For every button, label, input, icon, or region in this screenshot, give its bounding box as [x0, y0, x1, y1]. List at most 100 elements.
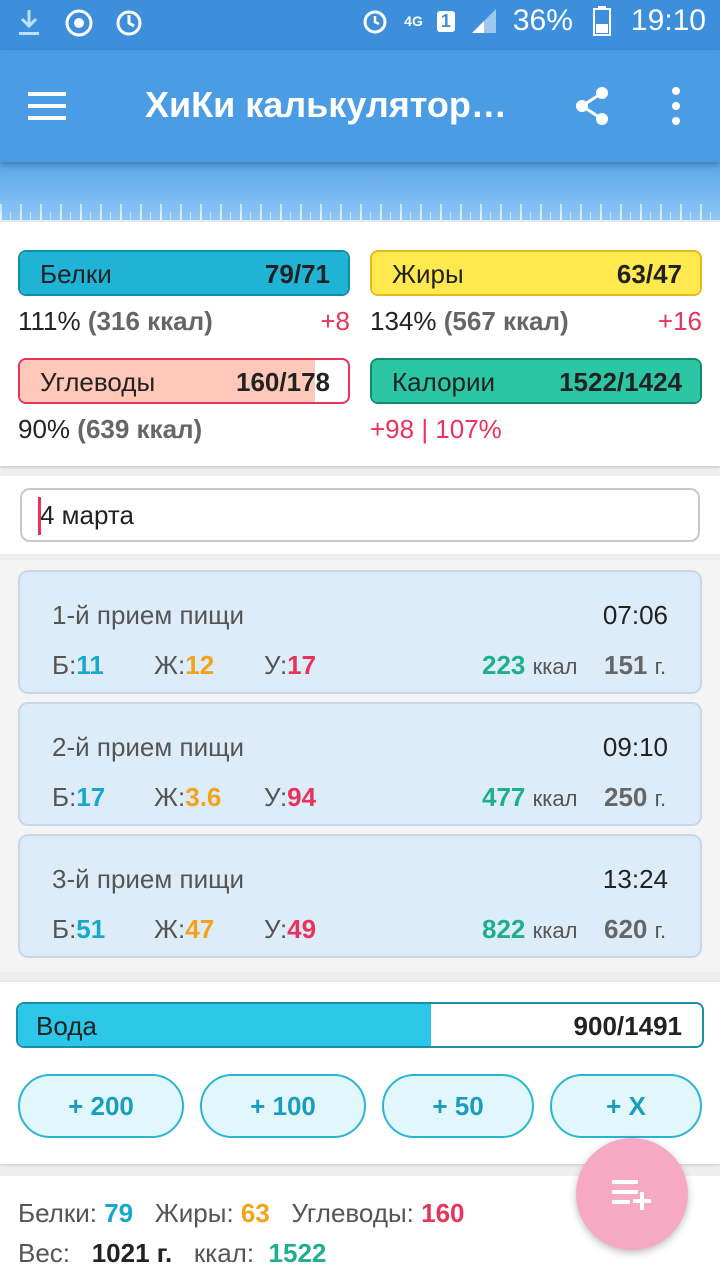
chrome-icon	[64, 8, 94, 38]
summary-kcal-value: 1522	[268, 1238, 327, 1268]
protein-amount: 11	[76, 650, 104, 680]
summary-macros-line: Белки: 79 Жиры: 63 Углеводы: 160	[18, 1198, 465, 1229]
meal-carbs: У:17	[264, 650, 316, 681]
protein-percent-line: 111% (316 ккал)	[18, 306, 213, 337]
kcal-unit: ккал	[532, 786, 578, 811]
status-bar: 4G 1 36% 19:10	[0, 0, 720, 50]
fat-amount: 3.6	[185, 782, 222, 812]
summary-protein-label: Белки:	[18, 1198, 97, 1228]
add-water-custom-button[interactable]: + X	[550, 1074, 702, 1138]
weight-amount: 151	[604, 650, 648, 680]
share-button[interactable]	[570, 82, 614, 130]
menu-button[interactable]	[18, 78, 78, 134]
protein-key: Б:	[52, 782, 77, 812]
kcal-unit: ккал	[532, 654, 578, 679]
add-meal-fab[interactable]	[576, 1138, 688, 1250]
calories-bar[interactable]: Калории 1522/1424	[370, 358, 702, 404]
carbs-amount: 49	[287, 914, 317, 944]
battery-percent: 36%	[512, 4, 573, 37]
fat-percent: 134%	[370, 306, 437, 336]
fat-diff: +16	[657, 306, 702, 336]
meal-name: 2-й прием пищи	[52, 732, 245, 762]
carbs-kcal: (639 ккал)	[77, 414, 203, 444]
weight-amount: 250	[604, 782, 648, 812]
meal-protein: Б:51	[52, 914, 105, 945]
fat-key: Ж:	[154, 914, 186, 944]
add-water-50-button[interactable]: + 50	[382, 1074, 534, 1138]
water-label: Вода	[36, 1011, 97, 1041]
clock: 19:10	[630, 4, 706, 37]
fat-key: Ж:	[154, 650, 186, 680]
meal-time: 13:24	[602, 864, 668, 894]
fat-amount: 12	[185, 650, 215, 680]
summary-carbs-label: Углеводы:	[291, 1198, 414, 1228]
protein-percent: 111%	[18, 306, 81, 336]
weight-unit: г.	[654, 654, 667, 679]
carbs-percent: 90%	[18, 414, 71, 444]
meal-name: 3-й прием пищи	[52, 864, 245, 894]
meal-weight: 620 г.	[604, 914, 666, 945]
summary-weight-label: Вес:	[18, 1238, 71, 1268]
meal-fat: Ж:12	[154, 650, 214, 681]
app-title: ХиКи калькулятор…	[145, 84, 507, 125]
carbs-amount: 94	[287, 782, 317, 812]
meal-fat: Ж:3.6	[154, 782, 221, 813]
fat-key: Ж:	[154, 782, 186, 812]
add-water-100-button[interactable]: + 100	[200, 1074, 366, 1138]
share-icon	[576, 87, 608, 125]
summary-protein-value: 79	[104, 1198, 134, 1228]
summary-fat-label: Жиры:	[154, 1198, 234, 1228]
kcal-amount: 822	[482, 914, 526, 944]
summary-fat-value: 63	[240, 1198, 270, 1228]
meal-time: 09:10	[602, 732, 668, 762]
meal-kcal: 223 ккал	[482, 650, 577, 681]
carbs-percent-line: 90% (639 ккал)	[18, 414, 202, 445]
sim-indicator: 1	[436, 10, 455, 32]
more-options-button[interactable]	[656, 82, 696, 130]
carbs-key: У:	[264, 914, 288, 944]
summary-carbs-value: 160	[421, 1198, 465, 1228]
sync-icon	[114, 8, 144, 38]
date-input[interactable]	[20, 488, 700, 542]
meal-fat: Ж:47	[154, 914, 214, 945]
app-bar: ХиКи калькулятор…	[0, 50, 720, 162]
carbs-bar[interactable]: Углеводы 160/178	[18, 358, 350, 404]
meal-protein: Б:11	[52, 650, 104, 681]
carbs-key: У:	[264, 650, 288, 680]
carbs-amount: 17	[287, 650, 317, 680]
fat-kcal: (567 ккал)	[443, 306, 569, 336]
meal-card[interactable]: 1-й прием пищи 07:06 Б:11 Ж:12 У:17 223 …	[18, 570, 702, 694]
alarm-icon	[360, 6, 390, 36]
meal-card[interactable]: 2-й прием пищи 09:10 Б:17 Ж:3.6 У:94 477…	[18, 702, 702, 826]
header-scale-decoration	[0, 162, 720, 220]
fat-value: 63/47	[616, 259, 682, 289]
calories-summary: +98 | 107%	[370, 414, 502, 444]
calories-label: Калории	[392, 367, 496, 397]
more-vert-icon	[672, 87, 680, 125]
meal-card[interactable]: 3-й прием пищи 13:24 Б:51 Ж:47 У:49 822 …	[18, 834, 702, 958]
add-water-200-button[interactable]: + 200	[18, 1074, 184, 1138]
protein-value: 79/71	[264, 259, 330, 289]
date-section	[0, 476, 720, 554]
meal-weight: 250 г.	[604, 782, 666, 813]
summary-weight-value: 1021 г.	[91, 1238, 173, 1268]
playlist-add-icon	[612, 1180, 651, 1210]
carbs-label: Углеводы	[40, 367, 156, 397]
weight-unit: г.	[654, 786, 667, 811]
fat-percent-line: 134% (567 ккал)	[370, 306, 569, 337]
meal-kcal: 822 ккал	[482, 914, 577, 945]
water-progress-bar[interactable]: Вода 900/1491	[16, 1002, 704, 1048]
fat-bar[interactable]: Жиры 63/47	[370, 250, 702, 296]
hamburger-menu-icon	[28, 92, 66, 120]
weight-amount: 620	[604, 914, 648, 944]
kcal-amount: 223	[482, 650, 526, 680]
kcal-unit: ккал	[532, 918, 578, 943]
protein-amount: 17	[76, 782, 106, 812]
battery-icon	[587, 6, 617, 36]
protein-amount: 51	[76, 914, 106, 944]
protein-label: Белки	[40, 259, 112, 289]
protein-bar[interactable]: Белки 79/71	[18, 250, 350, 296]
protein-key: Б:	[52, 914, 77, 944]
download-icon	[14, 8, 44, 38]
summary-kcal-label: ккал:	[193, 1238, 255, 1268]
